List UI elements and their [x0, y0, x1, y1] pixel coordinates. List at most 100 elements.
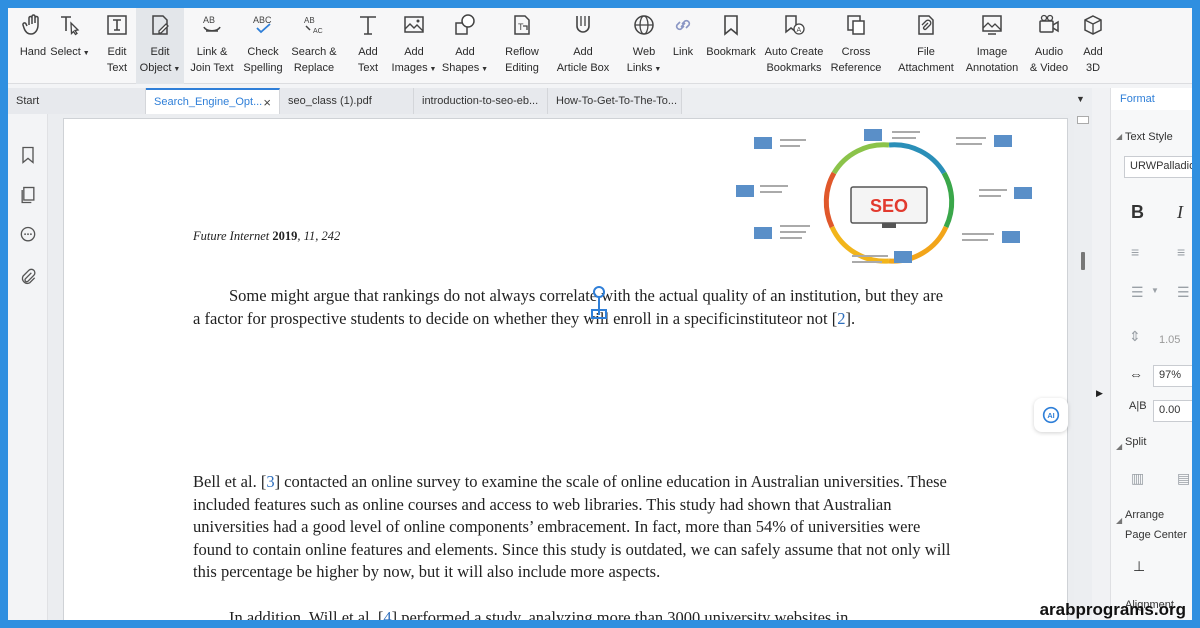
- tab-label: How-To-Get-To-The-To...: [556, 95, 678, 107]
- page-center-icon[interactable]: ⊥: [1133, 558, 1145, 575]
- left-sidebar: ▶: [8, 114, 55, 620]
- line-spacing-value[interactable]: 1.05: [1159, 334, 1180, 346]
- comments-panel-icon[interactable]: [17, 224, 39, 246]
- link-join-text-tool-button[interactable]: AB Link & Join Text: [186, 8, 238, 84]
- citation-link[interactable]: 4: [383, 608, 391, 620]
- character-scale-input[interactable]: 97%: [1153, 365, 1192, 387]
- seo-diagram-image: SEO: [736, 129, 1032, 264]
- numbered-list-icon[interactable]: ☰: [1177, 284, 1190, 301]
- vertical-scrollbar[interactable]: [1074, 114, 1092, 620]
- journal-volume: 11: [303, 229, 316, 243]
- edit-toolbar: Hand Select ▼ Edit Text Edit Object ▼ AB Link &…: [8, 8, 1192, 84]
- split-rows-icon[interactable]: ▤: [1177, 470, 1190, 487]
- tab-label: introduction-to-seo-eb...: [422, 95, 539, 107]
- tool-label-line: Auto Create: [764, 46, 824, 58]
- split-label: Split: [1125, 436, 1147, 448]
- check-spelling-tool-button[interactable]: ABC Check Spelling: [238, 8, 288, 84]
- tool-label-line: Edit: [150, 46, 170, 58]
- select-arrow-tool-button[interactable]: Select ▼: [48, 8, 92, 84]
- svg-text:SEO: SEO: [870, 196, 908, 216]
- bookmark-panel-icon[interactable]: [17, 144, 39, 166]
- edit-text-tool-button[interactable]: Edit Text: [98, 8, 136, 84]
- bullet-list-icon[interactable]: ☰: [1131, 284, 1144, 301]
- close-tab-icon[interactable]: ×: [263, 95, 271, 110]
- edit-object-tool-button[interactable]: Edit Object ▼: [136, 8, 184, 84]
- add-3d-tool-button[interactable]: Add 3D: [1076, 8, 1110, 84]
- collapse-split-icon[interactable]: ◢: [1116, 442, 1122, 451]
- add-shapes-tool-button[interactable]: Add Shapes ▼: [440, 8, 490, 84]
- document-viewport: SEO Future Internet 2019, 11, 242 Some m…: [48, 114, 1074, 620]
- chevron-down-icon[interactable]: ▼: [652, 66, 661, 73]
- collapse-text-style-icon[interactable]: ◢: [1116, 132, 1122, 141]
- tool-label-line: Join Text: [190, 62, 234, 74]
- bookmark-tool-button[interactable]: Bookmark: [702, 8, 760, 84]
- character-spacing-input[interactable]: 0.00: [1153, 400, 1192, 422]
- audio-video-tool-button[interactable]: Audio & Video: [1024, 8, 1074, 84]
- attachments-panel-icon[interactable]: [17, 266, 39, 288]
- add-shapes-icon: [452, 12, 478, 38]
- font-family-select[interactable]: URWPalladio: [1124, 156, 1192, 178]
- chevron-down-icon[interactable]: ▼: [81, 50, 90, 57]
- pages-panel-icon[interactable]: [17, 184, 39, 206]
- align-left-icon[interactable]: ≡: [1131, 244, 1139, 260]
- svg-text:AB: AB: [203, 15, 215, 25]
- tool-label: Edit Text: [107, 44, 127, 76]
- site-watermark: arabprograms.org: [1039, 600, 1186, 619]
- add-text-icon: [355, 12, 381, 38]
- link-icon: [670, 12, 696, 38]
- paragraph-1-end: ].: [845, 308, 856, 328]
- italic-button[interactable]: I: [1177, 202, 1183, 223]
- chevron-down-icon[interactable]: ▼: [428, 66, 437, 73]
- tool-label-line: Add: [573, 46, 593, 58]
- tool-label-line: Spelling: [243, 62, 283, 74]
- cross-reference-tool-button[interactable]: Cross Reference: [828, 8, 884, 84]
- tool-label: Add Shapes ▼: [442, 44, 488, 78]
- paragraph-3[interactable]: In addition, Will et al. [4] performed a…: [193, 607, 953, 620]
- document-tab[interactable]: seo_class (1).pdf: [280, 88, 414, 114]
- text-style-label: Text Style: [1125, 131, 1173, 143]
- document-tab[interactable]: Search_Engine_Opt... ×: [146, 88, 280, 114]
- tool-label: Hand: [20, 44, 46, 60]
- chevron-down-icon[interactable]: ▼: [479, 66, 488, 73]
- image-annotation-tool-button[interactable]: Image Annotation: [960, 8, 1024, 84]
- tool-label-line: Links: [626, 62, 653, 74]
- split-columns-icon[interactable]: ▥: [1131, 470, 1144, 487]
- tool-label-line: Bookmark: [706, 46, 756, 58]
- paragraph-1[interactable]: Some might argue that rankings do not al…: [193, 285, 953, 330]
- collapse-arrange-icon[interactable]: ◢: [1116, 516, 1122, 525]
- bookmark-icon: [718, 12, 744, 38]
- page-header: Future Internet 2019, 11, 242: [193, 225, 340, 248]
- link-tool-button[interactable]: Link: [668, 8, 698, 84]
- search-replace-tool-button[interactable]: AB AC Search & Replace: [288, 8, 340, 84]
- align-center-icon[interactable]: ≡: [1177, 244, 1185, 260]
- article-box-tool-button[interactable]: Add Article Box: [550, 8, 616, 84]
- tool-label-line: Shapes: [441, 62, 480, 74]
- bullet-list-dropdown-icon[interactable]: ▼: [1151, 286, 1159, 295]
- scroll-up-button[interactable]: [1077, 116, 1089, 124]
- tool-label-line: Link: [672, 46, 694, 58]
- chevron-down-icon[interactable]: ▼: [171, 66, 180, 73]
- web-links-tool-button[interactable]: Web Links ▼: [622, 8, 666, 84]
- add-text-tool-button[interactable]: Add Text: [348, 8, 388, 84]
- svg-text:AI: AI: [1047, 411, 1054, 420]
- paragraph-2[interactable]: Bell et al. [3] contacted an online surv…: [193, 471, 953, 584]
- reflow-editing-tool-button[interactable]: T Reflow Editing: [496, 8, 548, 84]
- ai-assistant-button[interactable]: AI: [1034, 398, 1068, 432]
- link-join-text-icon: AB: [199, 12, 225, 38]
- file-attachment-tool-button[interactable]: File Attachment: [894, 8, 958, 84]
- add-images-tool-button[interactable]: Add Images ▼: [390, 8, 438, 84]
- scroll-thumb[interactable]: [1081, 252, 1085, 270]
- auto-bookmarks-tool-button[interactable]: A Auto Create Bookmarks: [762, 8, 826, 84]
- tool-label: Cross Reference: [831, 44, 882, 76]
- tool-label-line: Link &: [196, 46, 228, 58]
- citation-link[interactable]: 3: [266, 472, 274, 491]
- format-tab[interactable]: Format: [1111, 88, 1192, 110]
- document-tab[interactable]: How-To-Get-To-The-To...: [548, 88, 682, 114]
- bold-button[interactable]: B: [1131, 202, 1144, 223]
- tool-label: Add Text: [358, 44, 378, 76]
- document-tab[interactable]: introduction-to-seo-eb...: [414, 88, 548, 114]
- expand-right-panel-icon[interactable]: ▶: [1096, 388, 1103, 399]
- tab-list-dropdown-icon[interactable]: ▼: [1076, 94, 1085, 104]
- document-tab[interactable]: Start: [8, 88, 146, 114]
- tool-label: Bookmark: [706, 44, 756, 60]
